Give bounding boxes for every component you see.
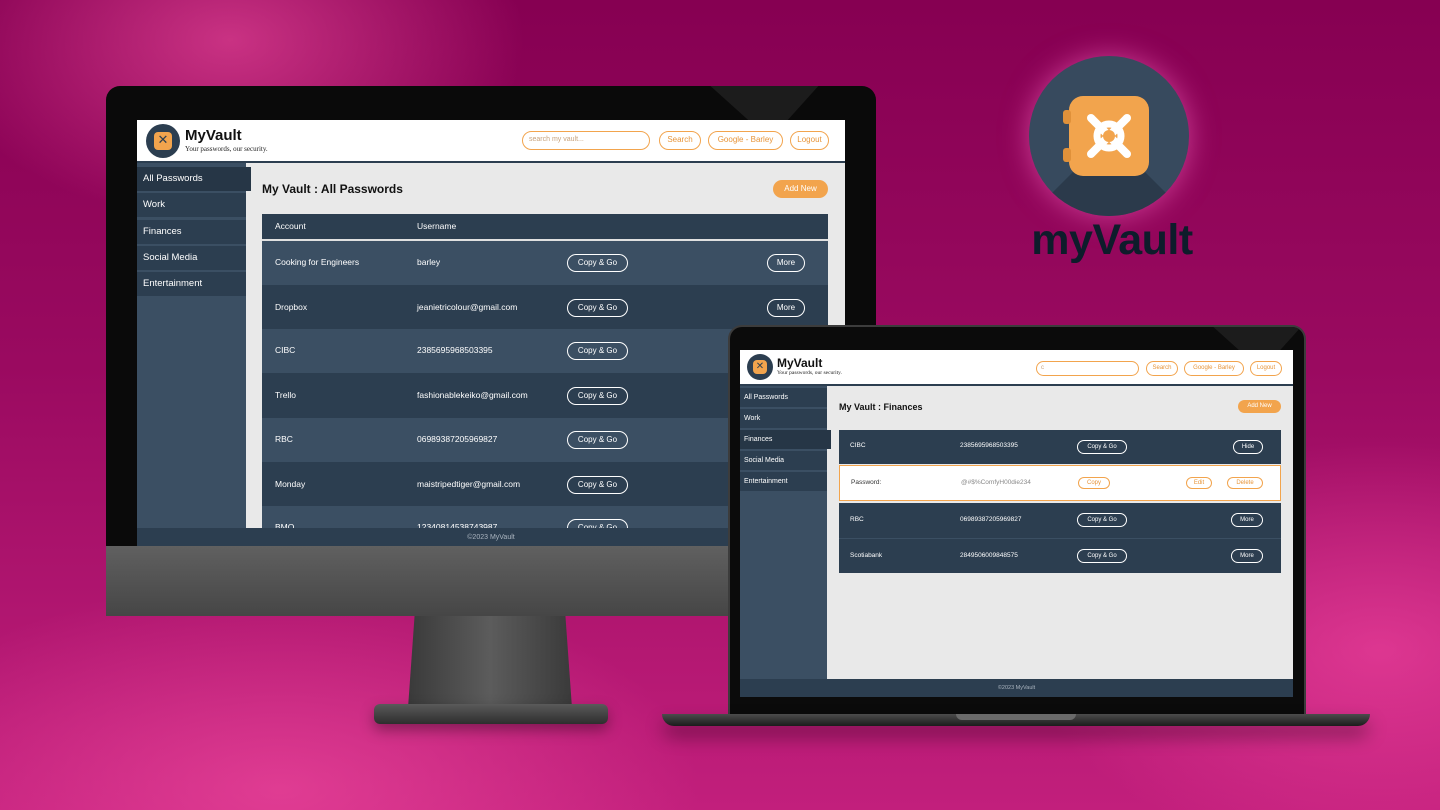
monitor-stand <box>408 616 572 708</box>
logout-button[interactable]: Logout <box>790 131 829 150</box>
app-header: ✕ MyVault Your passwords, our security. … <box>740 350 1293 386</box>
more-button[interactable]: More <box>767 254 805 272</box>
account-name: Cooking for Engineers <box>275 257 360 267</box>
page-title: My Vault : All Passwords <box>262 182 403 196</box>
copy-go-button[interactable]: Copy & Go <box>567 254 628 272</box>
copy-go-button[interactable]: Copy & Go <box>1077 513 1127 527</box>
hide-button[interactable]: Hide <box>1233 440 1263 454</box>
sidebar-item-finances[interactable]: Finances <box>137 220 246 244</box>
search-input[interactable]: c <box>1036 361 1139 376</box>
column-username: Username <box>417 221 457 231</box>
username: 2385695968503395 <box>417 345 493 355</box>
password-reveal-row: Password: @#$%ComfyH00die234 Copy Edit D… <box>839 465 1281 501</box>
password-label: Password: <box>851 479 882 486</box>
table-row: Cooking for Engineers barley Copy & Go M… <box>262 241 828 285</box>
table-row: Scotiabank 2849506009848575 Copy & Go Mo… <box>839 538 1281 573</box>
app-logo: ✕ <box>146 124 180 158</box>
page-title: My Vault : Finances <box>839 402 923 412</box>
account-name: Trello <box>275 390 296 400</box>
account-name: RBC <box>275 434 293 444</box>
sidebar: All Passwords Work Finances Social Media… <box>740 386 831 697</box>
copy-password-button[interactable]: Copy <box>1078 477 1110 489</box>
laptop: ✕ MyVault Your passwords, our security. … <box>728 325 1306 717</box>
sidebar-item-entertainment[interactable]: Entertainment <box>137 272 246 296</box>
brand-circle <box>1029 56 1189 216</box>
copy-go-button[interactable]: Copy & Go <box>1077 440 1127 454</box>
search-button[interactable]: Search <box>659 131 701 150</box>
add-new-button[interactable]: Add New <box>1238 400 1281 413</box>
app-logo: ✕ <box>747 354 773 380</box>
username: jeanietricolour@gmail.com <box>417 302 518 312</box>
more-button[interactable]: More <box>1231 549 1263 563</box>
password-table: CIBC 2385695968503395 Copy & Go Hide Pas… <box>839 430 1281 573</box>
user-account-button[interactable]: Google - Barley <box>1184 361 1244 376</box>
copy-go-button[interactable]: Copy & Go <box>567 299 628 317</box>
password-value: @#$%ComfyH00die234 <box>961 479 1031 486</box>
copy-go-button[interactable]: Copy & Go <box>567 476 628 494</box>
app-name: MyVault <box>777 356 823 370</box>
account-name: CIBC <box>275 345 296 355</box>
table-header: Account Username <box>262 214 828 241</box>
sidebar-item-work[interactable]: Work <box>137 193 246 217</box>
account-name: Monday <box>275 479 306 489</box>
table-row: CIBC 2385695968503395 Copy & Go Hide <box>839 430 1281 464</box>
app-tagline: Your passwords, our security. <box>185 145 268 153</box>
table-row: RBC 06989387205969827 Copy & Go More <box>839 503 1281 538</box>
copy-go-button[interactable]: Copy & Go <box>567 431 628 449</box>
username: 06989387205969827 <box>960 516 1022 523</box>
account-name: RBC <box>850 516 864 523</box>
edit-button[interactable]: Edit <box>1186 477 1212 489</box>
username: maistripedtiger@gmail.com <box>417 479 521 489</box>
search-button[interactable]: Search <box>1146 361 1178 376</box>
app-tagline: Your passwords, our security. <box>777 370 842 376</box>
account-name: CIBC <box>850 442 866 449</box>
safe-icon: ✕ <box>154 132 172 150</box>
delete-button[interactable]: Delete <box>1227 477 1263 489</box>
username: 2849506009848575 <box>960 552 1018 559</box>
safe-icon <box>1063 96 1149 176</box>
sidebar-item-all-passwords[interactable]: All Passwords <box>740 388 827 407</box>
sidebar-item-work[interactable]: Work <box>740 409 827 428</box>
username: 06989387205969827 <box>417 434 498 444</box>
brand-wordmark: myVault <box>1031 216 1193 264</box>
sidebar: All Passwords Work Finances Social Media… <box>137 163 251 546</box>
account-name: Scotiabank <box>850 552 883 559</box>
username: 2385695968503395 <box>960 442 1018 449</box>
account-name: Dropbox <box>275 302 308 312</box>
sidebar-item-finances[interactable]: Finances <box>740 430 831 449</box>
copy-go-button[interactable]: Copy & Go <box>567 342 628 360</box>
sidebar-item-all-passwords[interactable]: All Passwords <box>137 167 251 191</box>
app-header: ✕ MyVault Your passwords, our security. … <box>137 120 845 163</box>
copy-go-button[interactable]: Copy & Go <box>567 387 628 405</box>
laptop-notch <box>956 714 1076 720</box>
sidebar-item-social-media[interactable]: Social Media <box>740 451 827 470</box>
sidebar-item-social-media[interactable]: Social Media <box>137 246 246 270</box>
more-button[interactable]: More <box>1231 513 1263 527</box>
username: barley <box>417 257 441 267</box>
sidebar-item-entertainment[interactable]: Entertainment <box>740 472 827 491</box>
add-new-button[interactable]: Add New <box>773 180 828 198</box>
user-account-button[interactable]: Google - Barley <box>708 131 783 150</box>
safe-icon: ✕ <box>753 360 767 374</box>
laptop-app: ✕ MyVault Your passwords, our security. … <box>740 350 1293 697</box>
logout-button[interactable]: Logout <box>1250 361 1282 376</box>
brand-logo: myVault <box>1022 56 1202 266</box>
monitor-base <box>374 704 608 724</box>
username: fashionablekeiko@gmail.com <box>417 390 528 400</box>
app-name: MyVault <box>185 127 242 144</box>
table-row: Dropbox jeanietricolour@gmail.com Copy &… <box>262 285 828 329</box>
more-button[interactable]: More <box>767 299 805 317</box>
app-footer: ©2023 MyVault <box>740 679 1293 697</box>
column-account: Account <box>275 221 306 231</box>
copy-go-button[interactable]: Copy & Go <box>1077 549 1127 563</box>
search-input[interactable]: search my vault... <box>522 131 650 150</box>
